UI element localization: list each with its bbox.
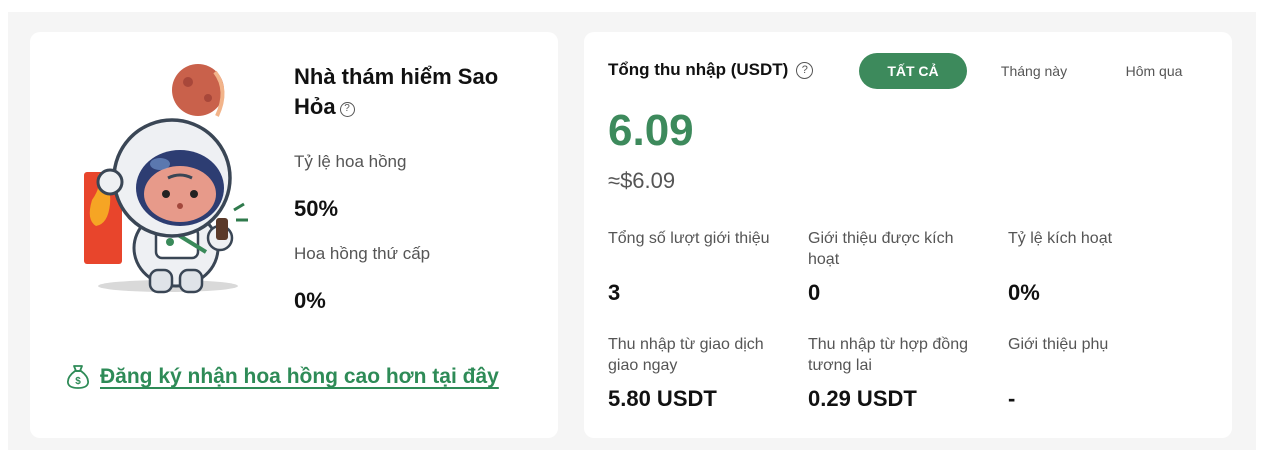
earnings-title-text: Tổng thu nhập (USDT) xyxy=(608,60,789,79)
money-bag-icon: $ xyxy=(66,365,90,389)
activation-rate-value: 0% xyxy=(1008,280,1040,305)
level-title-text: Nhà thám hiểm Sao Hỏa xyxy=(294,64,499,119)
svg-text:$: $ xyxy=(75,376,81,387)
astronaut-mascot-illustration xyxy=(84,64,248,294)
tab-this-month[interactable]: Tháng này xyxy=(986,53,1082,89)
spot-earnings-value: 5.80 USDT xyxy=(608,386,717,411)
level-title: Nhà thám hiểm Sao Hỏa? xyxy=(294,62,514,122)
earnings-card: Tổng thu nhập (USDT) ? TẤT CẢ Tháng này … xyxy=(584,32,1232,438)
futures-earnings-label: Thu nhập từ hợp đồng tương lai xyxy=(808,336,968,374)
activation-rate-label: Tỷ lệ kích hoạt xyxy=(1008,230,1113,247)
sub-referrals-label: Giới thiệu phụ xyxy=(1008,336,1109,353)
total-earnings-usd: ≈$6.09 xyxy=(608,168,676,193)
activated-referrals-value: 0 xyxy=(808,280,821,305)
secondary-commission-value: 0% xyxy=(294,288,326,313)
level-card: Nhà thám hiểm Sao Hỏa? Tỷ lệ hoa hồng 50… xyxy=(30,32,558,438)
tab-all[interactable]: TẤT CẢ xyxy=(859,53,967,89)
secondary-commission-label: Hoa hồng thứ cấp xyxy=(294,244,431,263)
activated-referrals-label: Giới thiệu được kích hoạt xyxy=(808,230,954,268)
futures-earnings-value: 0.29 USDT xyxy=(808,386,917,411)
commission-rate-label: Tỷ lệ hoa hồng xyxy=(294,152,407,171)
sub-referrals-value: - xyxy=(1008,386,1016,411)
help-icon[interactable]: ? xyxy=(796,61,814,79)
spot-earnings-label: Thu nhập từ giao dịch giao ngay xyxy=(608,336,764,374)
earnings-title: Tổng thu nhập (USDT) ? xyxy=(608,60,814,80)
total-referrals-label: Tổng số lượt giới thiệu xyxy=(608,230,770,247)
register-higher-commission-link[interactable]: $ Đăng ký nhận hoa hồng cao hơn tại đây xyxy=(66,364,499,390)
tab-yesterday[interactable]: Hôm qua xyxy=(1106,53,1202,89)
commission-rate-value: 50% xyxy=(294,196,339,221)
register-link-text[interactable]: Đăng ký nhận hoa hồng cao hơn tại đây xyxy=(100,365,499,389)
total-referrals-value: 3 xyxy=(608,280,621,305)
total-earnings-value: 6.09 xyxy=(608,106,694,155)
help-icon[interactable]: ? xyxy=(339,101,355,117)
